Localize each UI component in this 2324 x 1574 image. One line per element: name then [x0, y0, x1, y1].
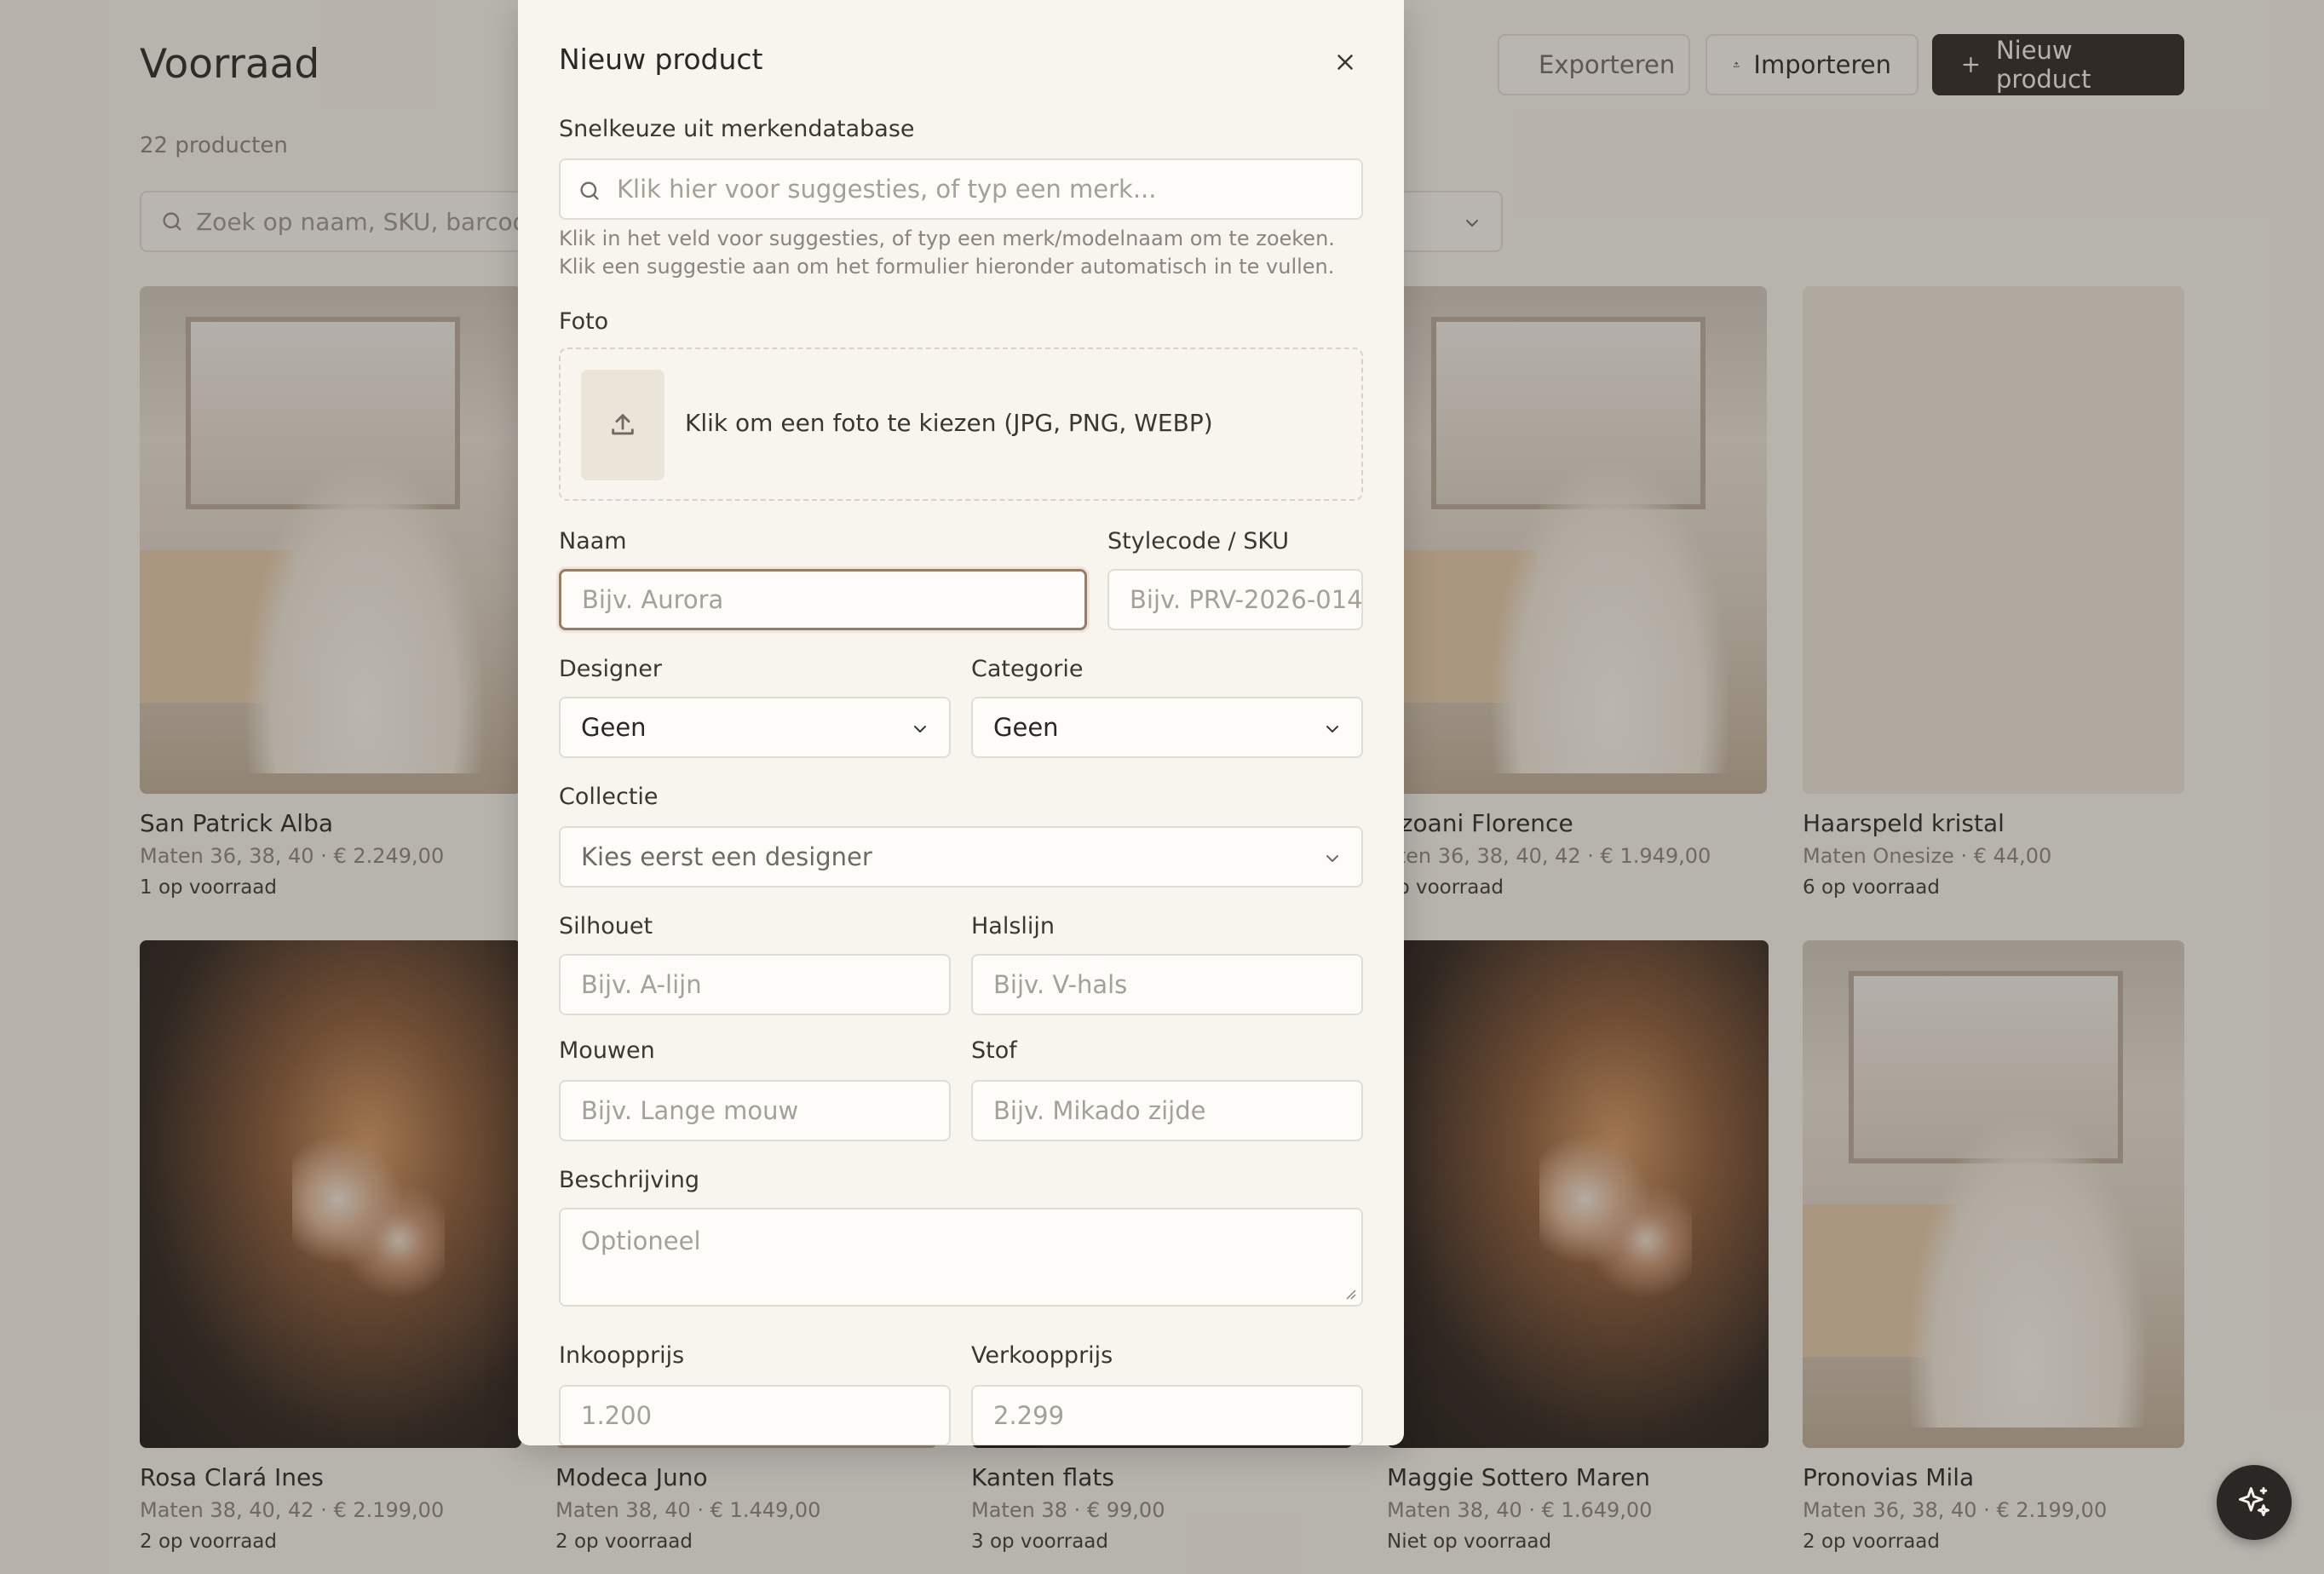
sku-input[interactable]: Bijv. PRV-2026-014: [1107, 569, 1363, 630]
modal-title: Nieuw product: [559, 43, 763, 76]
brand-search-input[interactable]: Klik hier voor suggesties, of typ een me…: [559, 158, 1363, 220]
upload-icon: [612, 414, 634, 435]
chevron-down-icon: [914, 726, 926, 732]
collection-select[interactable]: Kies eerst een designer: [559, 826, 1363, 888]
category-value: Geen: [993, 713, 1059, 742]
description-label: Beschrijving: [559, 1167, 699, 1193]
silhouette-input[interactable]: Bijv. A-lijn: [559, 954, 951, 1015]
photo-upload[interactable]: Klik om een foto te kiezen (JPG, PNG, WE…: [559, 348, 1363, 501]
fabric-label: Stof: [971, 1037, 1017, 1064]
category-select[interactable]: Geen: [971, 697, 1363, 758]
name-input[interactable]: Bijv. Aurora: [559, 569, 1087, 630]
quick-select-label: Snelkeuze uit merkendatabase: [559, 116, 915, 142]
sku-label: Stylecode / SKU: [1107, 528, 1290, 554]
close-icon[interactable]: [1332, 49, 1358, 75]
photo-upload-text: Klik om een foto te kiezen (JPG, PNG, WE…: [685, 409, 1213, 437]
neckline-label: Halslijn: [971, 913, 1056, 939]
collection-value: Kies eerst een designer: [581, 842, 872, 871]
search-icon: [580, 181, 599, 200]
silhouette-label: Silhouet: [559, 913, 653, 939]
resize-handle-icon[interactable]: [1344, 1288, 1356, 1300]
designer-label: Designer: [559, 656, 662, 682]
new-product-modal: Nieuw product Snelkeuze uit merkendataba…: [518, 0, 1404, 1445]
description-placeholder: Optioneel: [581, 1226, 701, 1255]
neckline-input[interactable]: Bijv. V-hals: [971, 954, 1363, 1015]
name-label: Naam: [559, 528, 627, 554]
designer-select[interactable]: Geen: [559, 697, 951, 758]
sparkle-icon: [2239, 1487, 2269, 1517]
quick-select-hint: Klik in het veld voor suggesties, of typ…: [559, 227, 1335, 279]
fabric-input[interactable]: Bijv. Mikado zijde: [971, 1080, 1363, 1141]
brand-search-placeholder: Klik hier voor suggesties, of typ een me…: [617, 175, 1157, 204]
photo-label: Foto: [559, 308, 609, 335]
sleeves-label: Mouwen: [559, 1037, 655, 1064]
sale-price-input[interactable]: 2.299: [971, 1385, 1363, 1445]
collection-label: Collectie: [559, 784, 659, 810]
sale-price-label: Verkoopprijs: [971, 1342, 1113, 1369]
sleeves-input[interactable]: Bijv. Lange mouw: [559, 1080, 951, 1141]
designer-value: Geen: [581, 713, 647, 742]
assistant-button[interactable]: [2217, 1465, 2292, 1540]
purchase-price-label: Inkoopprijs: [559, 1342, 685, 1369]
chevron-down-icon: [1326, 726, 1338, 732]
purchase-price-input[interactable]: 1.200: [559, 1385, 951, 1445]
category-label: Categorie: [971, 656, 1084, 682]
description-textarea[interactable]: Optioneel: [559, 1208, 1363, 1307]
photo-placeholder: [581, 370, 664, 480]
chevron-down-icon: [1326, 855, 1338, 862]
